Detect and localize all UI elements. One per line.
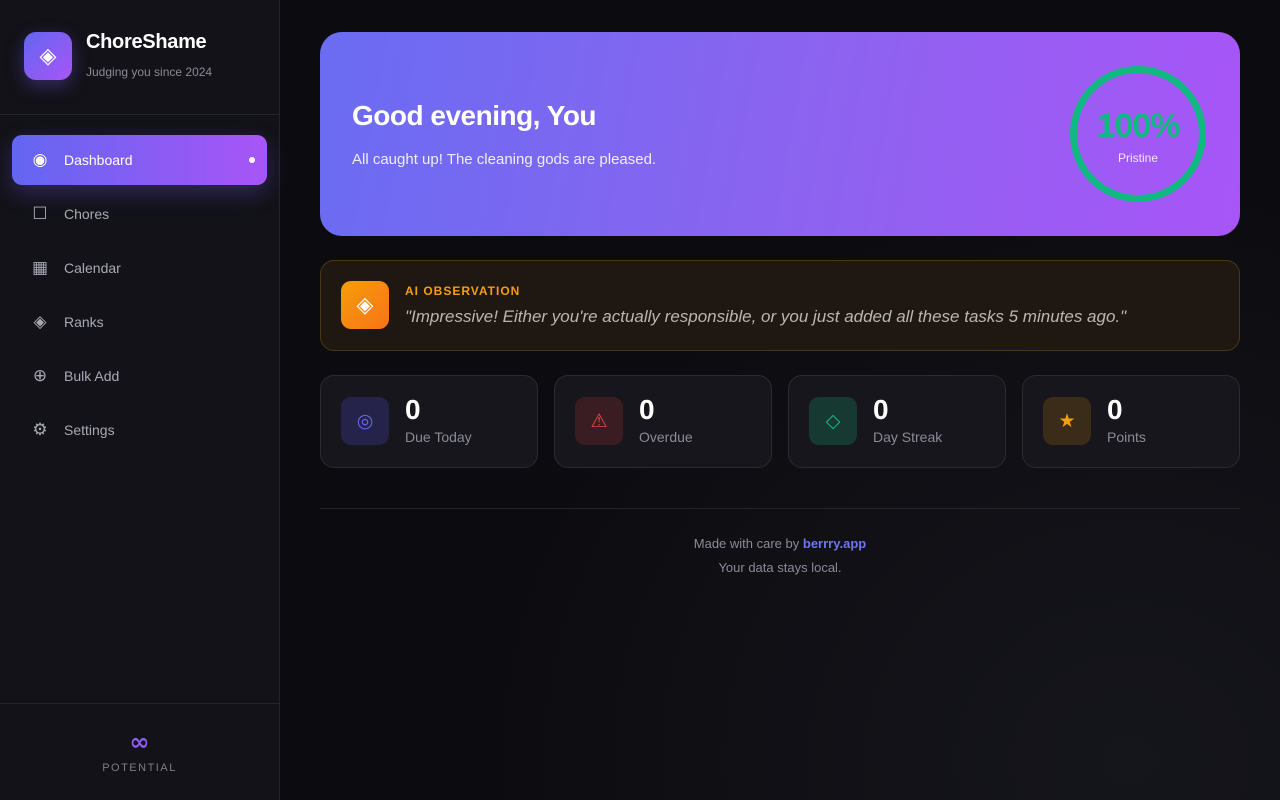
sidebar-item-label: Ranks [64, 314, 104, 330]
stats-row: ◎ 0 Due Today ⚠ 0 Overdue ◇ 0 Day Streak… [320, 375, 1240, 468]
footer-link[interactable]: berrry.app [803, 536, 866, 551]
sidebar-item-bulk-add[interactable]: ⊕ Bulk Add [12, 351, 267, 401]
diamond-icon: ◈ [24, 32, 72, 80]
footer-credit-prefix: Made with care by [693, 536, 803, 551]
footer-divider [320, 508, 1240, 509]
sidebar: ◈ ChoreShame Judging you since 2024 ◉ Da… [0, 0, 280, 800]
stat-value: 0 [405, 394, 421, 425]
sidebar-item-label: Dashboard [64, 152, 133, 168]
app-root: ◈ ChoreShame Judging you since 2024 ◉ Da… [0, 0, 1280, 800]
stat-value: 0 [873, 394, 889, 425]
sidebar-item-ranks[interactable]: ◈ Ranks [12, 297, 267, 347]
cleanliness-label: Pristine [1117, 151, 1158, 165]
cleanliness-score: 100% [1096, 107, 1181, 145]
diamond-icon: ◈ [341, 281, 389, 329]
stat-label: Day Streak [873, 429, 943, 445]
brand-header: ◈ ChoreShame Judging you since 2024 [0, 0, 279, 115]
app-tagline: Judging you since 2024 [86, 65, 213, 79]
greeting-hero: Good evening, You All caught up! The cle… [320, 32, 1240, 236]
star-icon: ★ [1043, 397, 1091, 445]
infinity-icon: ∞ [129, 728, 150, 756]
stat-card-day-streak: ◇ 0 Day Streak [788, 375, 1006, 468]
greeting-subtitle: All caught up! The cleaning gods are ple… [352, 151, 657, 168]
ai-observation-card: ◈ AI OBSERVATION "Impressive! Either you… [320, 260, 1240, 351]
target-icon: ◎ [341, 397, 389, 445]
ai-observation-quote: "Impressive! Either you're actually resp… [405, 307, 1127, 326]
cleanliness-ring: 100% Pristine [1070, 66, 1206, 202]
sidebar-item-label: Calendar [64, 260, 121, 276]
circle-plus-icon: ⊕ [32, 366, 48, 386]
stat-value: 0 [1107, 394, 1123, 425]
sidebar-nav: ◉ Dashboard ☐ Chores ▦ Calendar ◈ Ranks … [0, 115, 279, 479]
stat-card-points: ★ 0 Points [1022, 375, 1240, 468]
stat-label: Overdue [639, 429, 693, 445]
diamond-icon: ◈ [33, 312, 47, 332]
main-content: Good evening, You All caught up! The cle… [280, 0, 1280, 800]
footer-credit: Made with care by berrry.app [320, 536, 1240, 551]
sidebar-item-label: Settings [64, 422, 115, 438]
ai-observation-title: AI OBSERVATION [405, 284, 521, 298]
brand-text: ChoreShame Judging you since 2024 [86, 31, 212, 79]
diamond-outline-icon: ◇ [809, 397, 857, 445]
sidebar-item-settings[interactable]: ⚙ Settings [12, 405, 267, 455]
checkbox-icon: ☐ [32, 204, 48, 224]
stat-label: Due Today [405, 429, 472, 445]
warning-icon: ⚠ [575, 397, 623, 445]
stat-card-overdue: ⚠ 0 Overdue [554, 375, 772, 468]
stat-label: Points [1107, 429, 1146, 445]
active-indicator-dot [249, 157, 255, 163]
sidebar-footer: ∞ POTENTIAL [0, 703, 279, 800]
greeting-title: Good evening, You [352, 100, 597, 131]
stat-card-due-today: ◎ 0 Due Today [320, 375, 538, 468]
footer-note: Your data stays local. [718, 560, 842, 575]
potential-label: POTENTIAL [102, 762, 177, 774]
calendar-grid-icon: ▦ [32, 258, 49, 278]
stat-value: 0 [639, 394, 655, 425]
app-name: ChoreShame [86, 31, 207, 53]
radio-dot-icon: ◉ [32, 150, 48, 170]
sidebar-item-dashboard[interactable]: ◉ Dashboard [12, 135, 267, 185]
sidebar-item-chores[interactable]: ☐ Chores [12, 189, 267, 239]
sidebar-item-label: Bulk Add [64, 368, 120, 384]
sidebar-item-label: Chores [64, 206, 110, 222]
sidebar-item-calendar[interactable]: ▦ Calendar [12, 243, 267, 293]
gear-icon: ⚙ [32, 420, 48, 440]
